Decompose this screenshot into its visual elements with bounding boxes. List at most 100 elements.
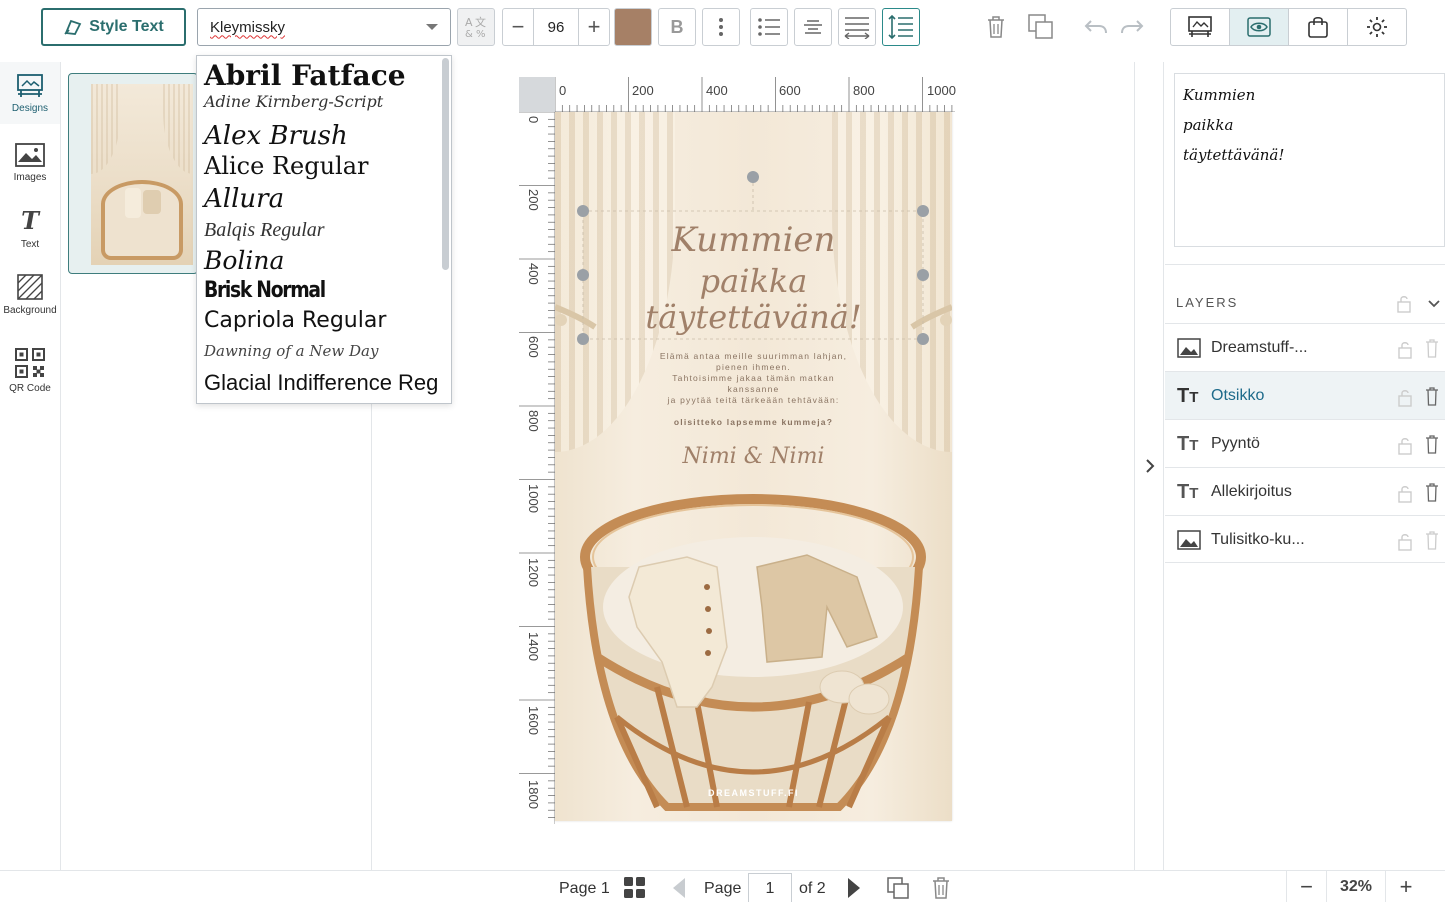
dropdown-scrollbar[interactable]	[442, 58, 449, 270]
more-options-button[interactable]	[702, 8, 740, 46]
font-family-select[interactable]: Kleymissky	[197, 8, 451, 46]
lock-icon[interactable]	[1397, 340, 1413, 360]
trash-icon[interactable]	[1425, 530, 1439, 550]
design-thumbnail[interactable]	[68, 73, 198, 274]
next-page-icon[interactable]	[846, 876, 862, 900]
sidebar-item-text[interactable]: T Text	[0, 197, 60, 259]
layer-row[interactable]: TT Otsikko	[1165, 371, 1445, 419]
trash-icon[interactable]	[1425, 482, 1439, 502]
zoom-level[interactable]: 32%	[1326, 871, 1386, 902]
image-icon	[1177, 338, 1201, 358]
trash-icon[interactable]	[1425, 434, 1439, 454]
resize-handle[interactable]	[917, 205, 929, 217]
delete-button[interactable]	[977, 8, 1015, 46]
design-title-line[interactable]: Kummien	[555, 220, 952, 260]
duplicate-button[interactable]	[1022, 8, 1060, 46]
resize-handle[interactable]	[917, 333, 929, 345]
prev-page-icon[interactable]	[671, 876, 687, 900]
rotate-handle[interactable]	[747, 171, 759, 183]
bullet-list-button[interactable]	[750, 8, 788, 46]
left-sidebar: Designs Images T Text Background QR Code	[0, 62, 61, 870]
font-family-value: Kleymissky	[210, 18, 286, 36]
lock-icon[interactable]	[1397, 388, 1413, 408]
ruler-corner	[519, 77, 555, 112]
font-option[interactable]: Alice Regular	[204, 154, 369, 178]
resize-handle[interactable]	[577, 205, 589, 217]
design-body-line: kanssanne	[727, 384, 780, 394]
sidebar-item-qr-code[interactable]: QR Code	[0, 339, 60, 401]
trash-icon[interactable]	[1425, 386, 1439, 406]
duplicate-page-icon[interactable]	[886, 876, 910, 900]
ruler-label: 400	[706, 83, 728, 98]
svg-text:%: %	[476, 29, 486, 39]
zoom-in-button[interactable]: +	[1386, 871, 1426, 902]
preview-button[interactable]	[1230, 9, 1289, 45]
font-option[interactable]: Capriola Regular	[204, 310, 386, 332]
ruler-label: 1000	[526, 484, 541, 513]
chevron-down-icon	[426, 24, 438, 30]
collapse-panel-toggle[interactable]	[1136, 62, 1164, 870]
design-title-line[interactable]: paikka	[555, 262, 952, 300]
sidebar-item-background[interactable]: Background	[0, 263, 60, 325]
resize-handle[interactable]	[577, 333, 589, 345]
font-option[interactable]: Dawning of a New Day	[204, 344, 378, 359]
lock-icon[interactable]	[1397, 532, 1413, 552]
layer-row[interactable]: TT Pyyntö	[1165, 419, 1445, 467]
font-option[interactable]: Adine Kirnberg-Script	[204, 94, 383, 110]
redo-icon	[1121, 20, 1144, 34]
ruler-label: 0	[559, 83, 567, 98]
font-option[interactable]: Bolina	[204, 248, 284, 273]
text-color-swatch[interactable]	[614, 8, 652, 46]
lock-icon[interactable]	[1396, 294, 1412, 314]
ruler-label: 800	[853, 83, 875, 98]
font-option[interactable]: Alex Brush	[204, 123, 348, 149]
undo-button[interactable]	[1077, 8, 1115, 46]
design-body-line: Tahtoisimme jakaa tämän matkan	[672, 373, 835, 383]
layers-header: LAYERS	[1165, 264, 1445, 324]
font-size-increase-button[interactable]: +	[579, 9, 609, 45]
layer-row[interactable]: Dreamstuff-...	[1165, 323, 1445, 371]
layer-name: Allekirjoitus	[1211, 483, 1292, 500]
redo-button[interactable]	[1113, 8, 1151, 46]
line-height-button[interactable]	[882, 8, 920, 46]
font-option[interactable]: Balqis Regular	[204, 220, 325, 240]
text-preview-line: täytettävänä!	[1183, 146, 1285, 164]
font-option[interactable]: Abril Fatface	[204, 62, 406, 90]
cart-button[interactable]	[1289, 9, 1348, 45]
sidebar-item-designs[interactable]: Designs	[0, 62, 60, 124]
delete-page-icon[interactable]	[931, 876, 951, 900]
page-number-value: 1	[765, 879, 775, 897]
text-edit-box[interactable]: Kummien paikka täytettävänä!	[1174, 73, 1445, 247]
layers-title: LAYERS	[1176, 295, 1239, 310]
design-thumbnail-image	[91, 84, 193, 265]
zoom-out-button[interactable]: −	[1286, 871, 1326, 902]
bold-button[interactable]: B	[658, 8, 696, 46]
template-view-button[interactable]	[1171, 9, 1230, 45]
design-page[interactable]: Kummien paikka täytettävänä! Elämä antaa…	[555, 112, 952, 821]
image-icon	[1177, 530, 1201, 550]
design-title-line[interactable]: täytettävänä!	[555, 298, 952, 336]
layer-row[interactable]: Tulisitko-ku...	[1165, 515, 1445, 563]
font-option[interactable]: Brisk Normal	[204, 280, 326, 302]
svg-text:&: &	[465, 29, 473, 39]
font-option[interactable]: Glacial Indifference Reg	[204, 372, 438, 394]
font-option[interactable]: Allura	[204, 186, 284, 212]
lock-icon[interactable]	[1397, 436, 1413, 456]
align-center-button[interactable]	[794, 8, 832, 46]
layer-row[interactable]: TT Allekirjoitus	[1165, 467, 1445, 515]
font-size-decrease-button[interactable]: −	[503, 9, 533, 45]
font-size-input[interactable]: 96	[533, 9, 579, 45]
lock-icon[interactable]	[1397, 484, 1413, 504]
grid-view-icon[interactable]	[623, 876, 647, 900]
page-number-input[interactable]: 1	[748, 873, 792, 902]
letter-spacing-button[interactable]	[838, 8, 876, 46]
trash-icon[interactable]	[1425, 338, 1439, 358]
resize-handle[interactable]	[577, 269, 589, 281]
chevron-down-icon[interactable]	[1427, 299, 1441, 309]
style-text-button[interactable]: Style Text	[41, 8, 186, 46]
resize-handle[interactable]	[917, 269, 929, 281]
settings-button[interactable]	[1348, 9, 1406, 45]
text-transform-button[interactable]: A 文 &%	[457, 8, 495, 46]
bullet-list-icon	[758, 18, 780, 36]
sidebar-item-images[interactable]: Images	[0, 131, 60, 193]
